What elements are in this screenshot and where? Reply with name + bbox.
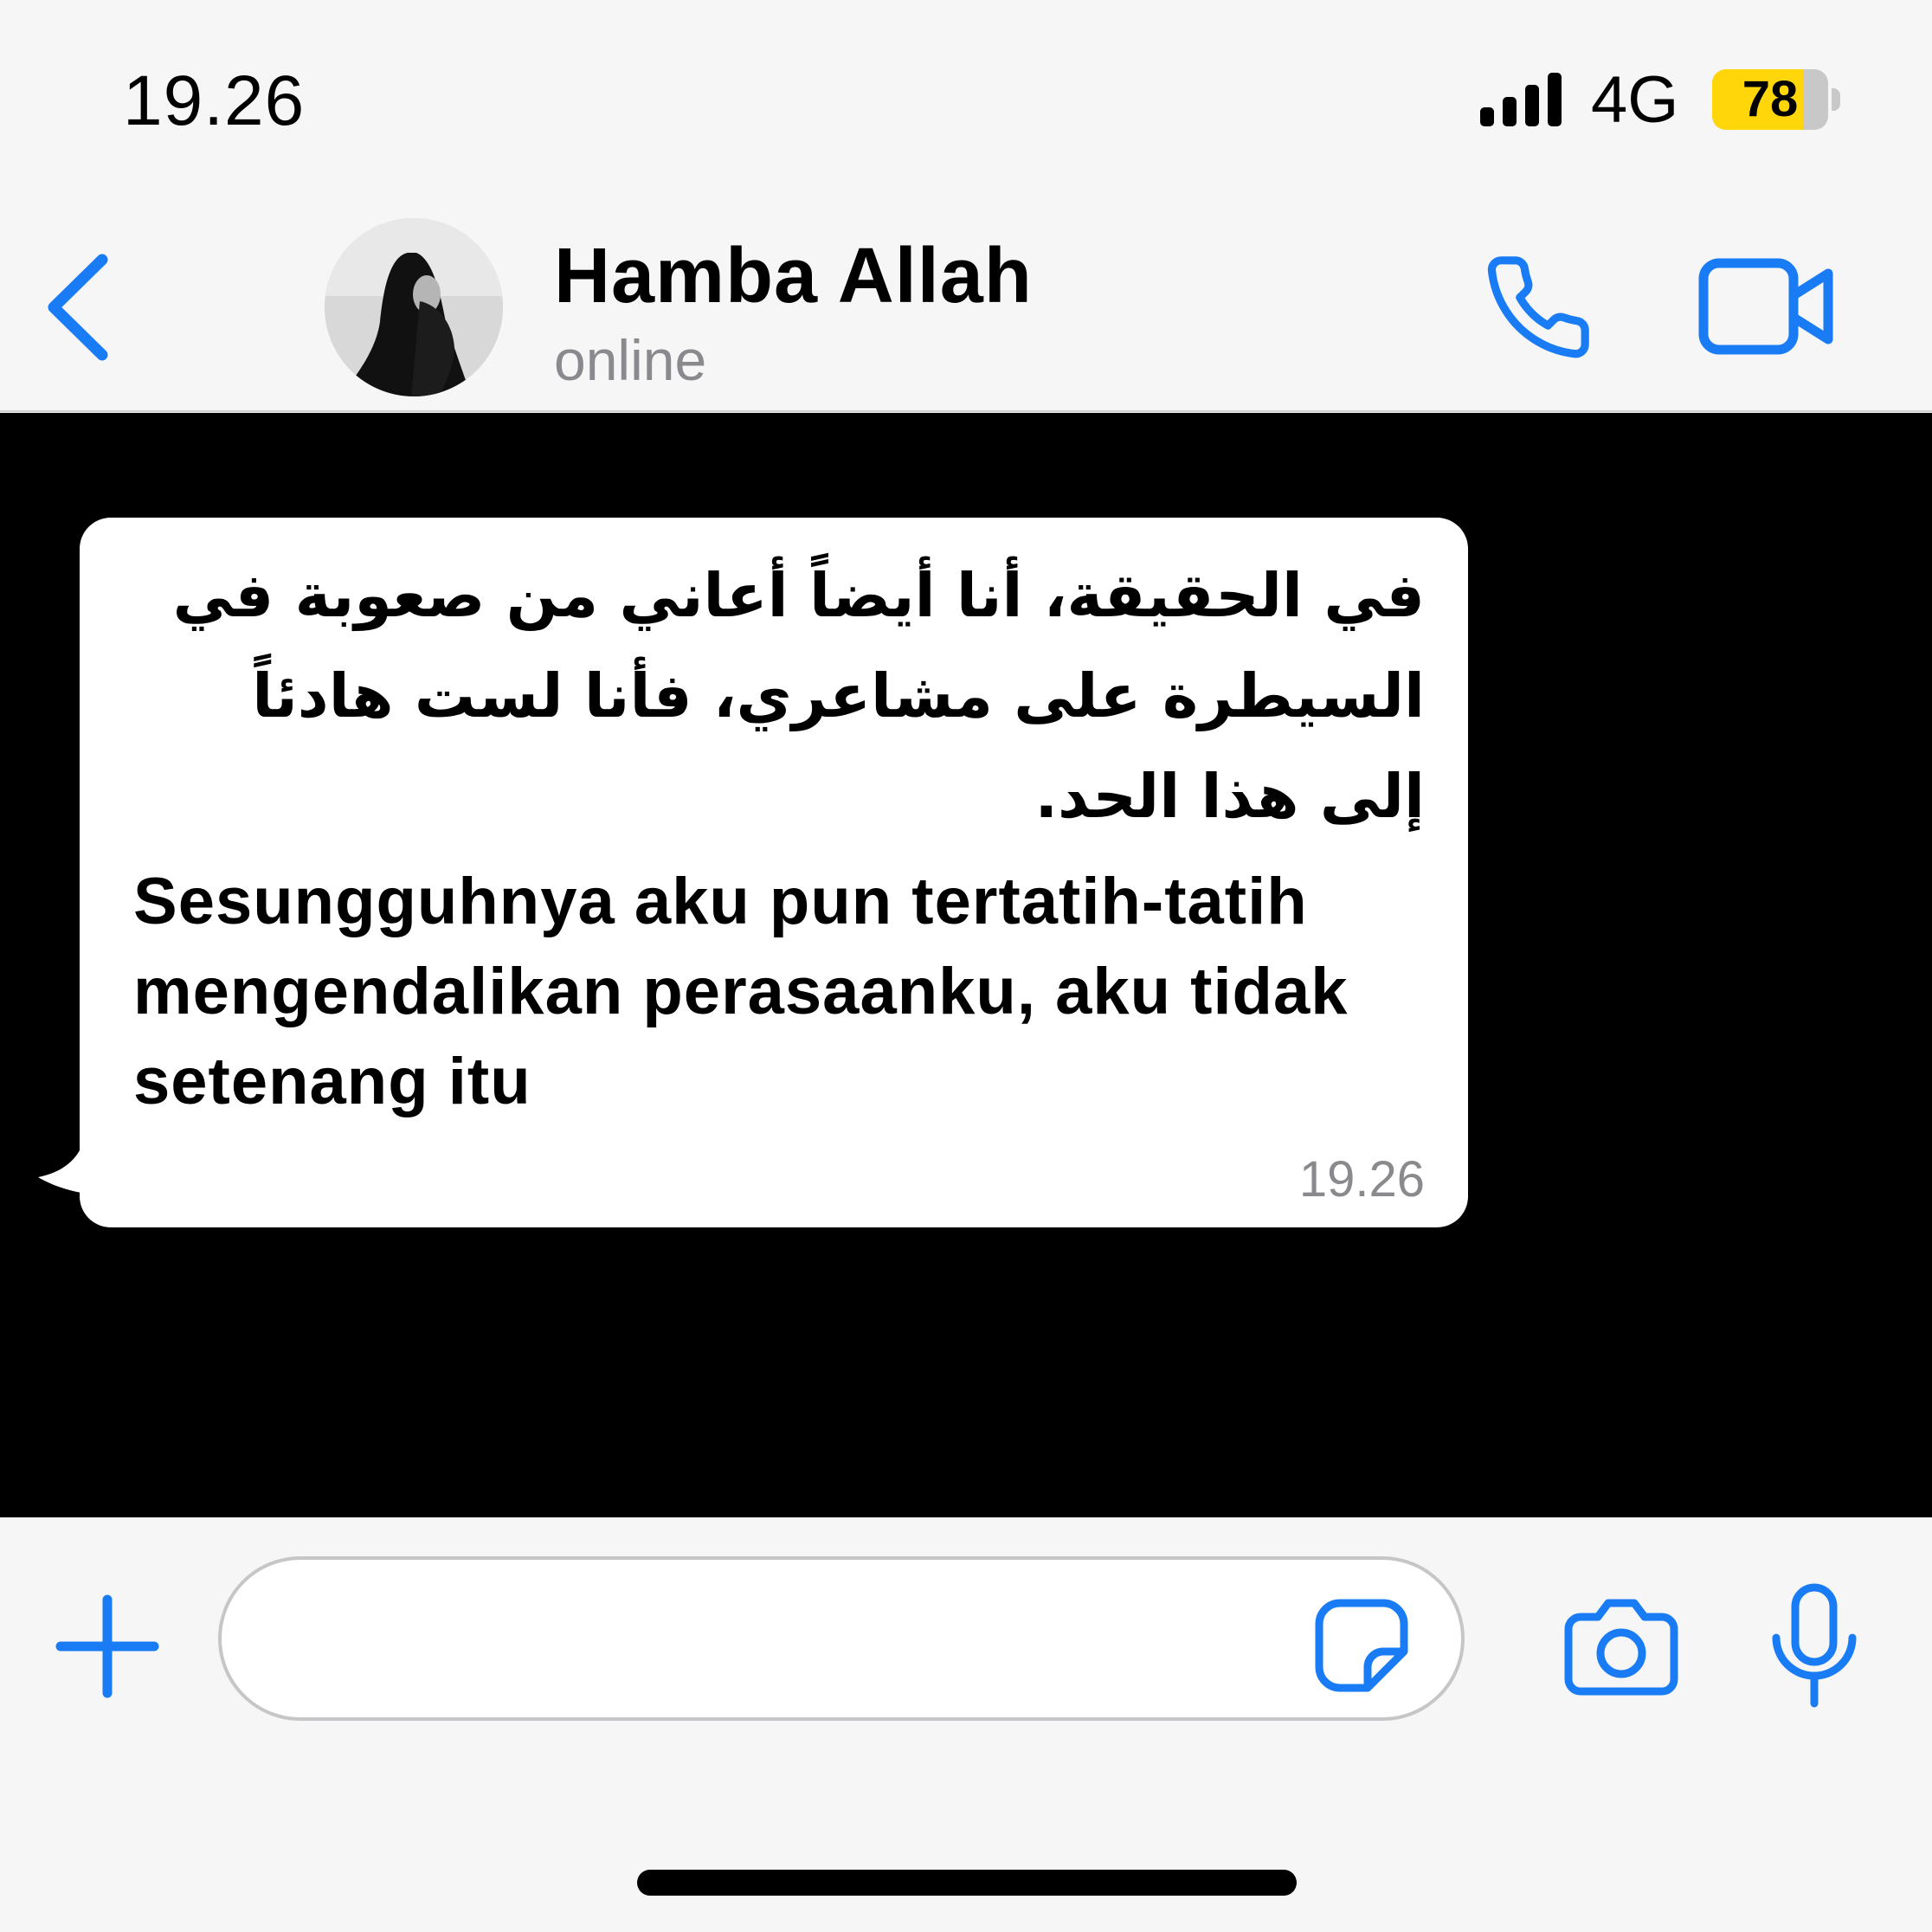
avatar-photo [325, 218, 503, 396]
battery-icon: 78 [1712, 69, 1842, 130]
sticker-icon[interactable] [1314, 1598, 1409, 1693]
video-camera-icon[interactable] [1698, 256, 1837, 357]
contact-status: online [554, 328, 707, 392]
plus-icon[interactable] [55, 1594, 159, 1698]
network-type: 4G [1591, 63, 1679, 137]
message-text-translation: Sesungguhnya aku pun tertatih-tatih meng… [133, 865, 1349, 1118]
back-button[interactable] [43, 251, 121, 364]
status-time: 19.26 [123, 61, 306, 140]
camera-icon[interactable] [1563, 1596, 1679, 1697]
message-text-arabic: في الحقيقة، أنا أيضاً أعاني من صعوبة في … [172, 560, 1425, 832]
message-bubble[interactable]: في الحقيقة، أنا أيضاً أعاني من صعوبة في … [80, 518, 1468, 1227]
message-timestamp: 19.26 [1298, 1151, 1425, 1208]
signal-strength-icon [1480, 73, 1562, 126]
contact-name[interactable]: Hamba Allah [554, 232, 1033, 321]
avatar[interactable] [325, 218, 503, 396]
home-indicator[interactable] [637, 1870, 1297, 1896]
phone-icon[interactable] [1482, 251, 1594, 364]
message-input[interactable] [218, 1556, 1465, 1721]
microphone-icon[interactable] [1769, 1582, 1859, 1709]
battery-level: 78 [1742, 71, 1799, 127]
